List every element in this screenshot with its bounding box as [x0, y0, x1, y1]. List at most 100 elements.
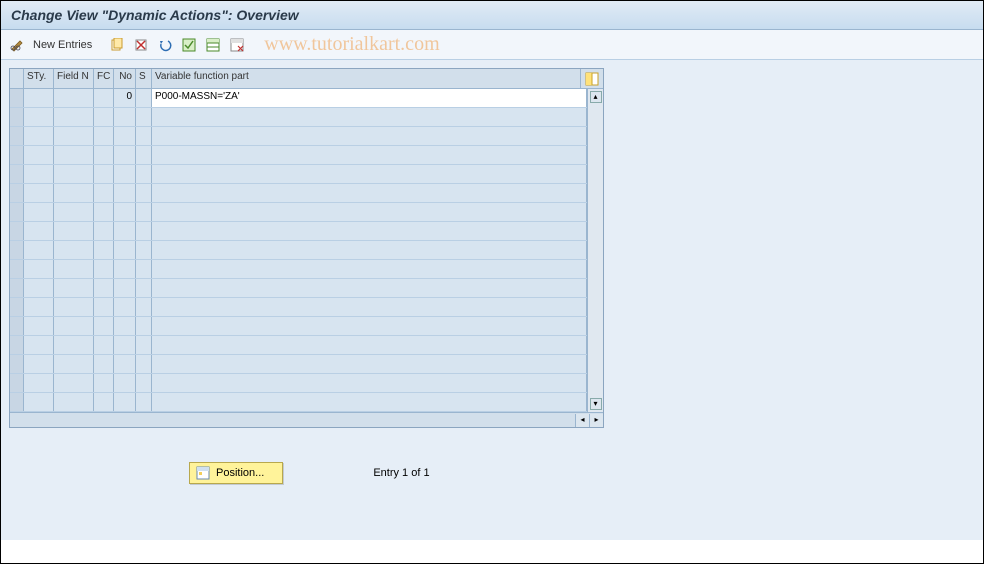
cell-field-n[interactable]: [54, 355, 94, 373]
cell-no[interactable]: [114, 184, 136, 202]
table-row[interactable]: 0P000-MASSN='ZA': [10, 89, 587, 108]
table-row[interactable]: [10, 127, 587, 146]
cell-sty[interactable]: [24, 89, 54, 107]
row-selector[interactable]: [10, 203, 24, 221]
cell-no[interactable]: [114, 241, 136, 259]
scroll-right-icon[interactable]: ▸: [589, 414, 603, 427]
table-row[interactable]: [10, 317, 587, 336]
cell-field-n[interactable]: [54, 317, 94, 335]
cell-var-func[interactable]: [152, 317, 587, 335]
row-selector[interactable]: [10, 355, 24, 373]
pencil-glasses-icon[interactable]: [9, 36, 27, 54]
cell-field-n[interactable]: [54, 108, 94, 126]
row-selector[interactable]: [10, 241, 24, 259]
row-selector[interactable]: [10, 108, 24, 126]
cell-sty[interactable]: [24, 317, 54, 335]
new-entries-button[interactable]: New Entries: [33, 39, 92, 51]
cell-no[interactable]: [114, 260, 136, 278]
cell-var-func[interactable]: [152, 222, 587, 240]
cell-fc[interactable]: [94, 165, 114, 183]
scroll-left-icon[interactable]: ◂: [575, 414, 589, 427]
cell-no[interactable]: [114, 355, 136, 373]
cell-no[interactable]: [114, 146, 136, 164]
cell-s[interactable]: [136, 241, 152, 259]
cell-no[interactable]: [114, 279, 136, 297]
cell-var-func[interactable]: [152, 336, 587, 354]
cell-field-n[interactable]: [54, 222, 94, 240]
cell-fc[interactable]: [94, 241, 114, 259]
cell-var-func[interactable]: [152, 355, 587, 373]
cell-s[interactable]: [136, 279, 152, 297]
col-header-var-func[interactable]: Variable function part: [152, 69, 581, 88]
cell-var-func[interactable]: [152, 184, 587, 202]
select-all-icon[interactable]: [180, 36, 198, 54]
cell-fc[interactable]: [94, 298, 114, 316]
cell-no[interactable]: [114, 317, 136, 335]
cell-fc[interactable]: [94, 146, 114, 164]
table-row[interactable]: [10, 146, 587, 165]
cell-fc[interactable]: [94, 355, 114, 373]
row-selector[interactable]: [10, 298, 24, 316]
cell-field-n[interactable]: [54, 393, 94, 411]
cell-var-func[interactable]: [152, 260, 587, 278]
row-selector[interactable]: [10, 222, 24, 240]
cell-fc[interactable]: [94, 336, 114, 354]
table-row[interactable]: [10, 241, 587, 260]
cell-s[interactable]: [136, 108, 152, 126]
cell-var-func[interactable]: [152, 241, 587, 259]
table-row[interactable]: [10, 108, 587, 127]
col-header-sty[interactable]: STy.: [24, 69, 54, 88]
cell-var-func[interactable]: [152, 279, 587, 297]
cell-s[interactable]: [136, 336, 152, 354]
col-header-no[interactable]: No: [114, 69, 136, 88]
cell-s[interactable]: [136, 393, 152, 411]
cell-no[interactable]: [114, 203, 136, 221]
position-button[interactable]: Position...: [189, 462, 283, 484]
cell-sty[interactable]: [24, 260, 54, 278]
table-row[interactable]: [10, 298, 587, 317]
cell-field-n[interactable]: [54, 127, 94, 145]
row-selector[interactable]: [10, 165, 24, 183]
cell-no[interactable]: [114, 374, 136, 392]
col-header-fc[interactable]: FC: [94, 69, 114, 88]
cell-field-n[interactable]: [54, 298, 94, 316]
cell-field-n[interactable]: [54, 165, 94, 183]
cell-sty[interactable]: [24, 108, 54, 126]
copy-icon[interactable]: [108, 36, 126, 54]
cell-fc[interactable]: [94, 374, 114, 392]
table-row[interactable]: [10, 203, 587, 222]
table-row[interactable]: [10, 165, 587, 184]
cell-sty[interactable]: [24, 184, 54, 202]
cell-sty[interactable]: [24, 393, 54, 411]
cell-s[interactable]: [136, 89, 152, 107]
cell-fc[interactable]: [94, 260, 114, 278]
table-row[interactable]: [10, 355, 587, 374]
cell-s[interactable]: [136, 146, 152, 164]
cell-sty[interactable]: [24, 222, 54, 240]
row-selector[interactable]: [10, 317, 24, 335]
table-select-icon[interactable]: [204, 36, 222, 54]
cell-s[interactable]: [136, 203, 152, 221]
cell-no[interactable]: [114, 393, 136, 411]
cell-s[interactable]: [136, 165, 152, 183]
cell-no[interactable]: 0: [114, 89, 136, 107]
cell-no[interactable]: [114, 165, 136, 183]
cell-field-n[interactable]: [54, 374, 94, 392]
table-row[interactable]: [10, 374, 587, 393]
row-selector[interactable]: [10, 336, 24, 354]
cell-fc[interactable]: [94, 203, 114, 221]
table-row[interactable]: [10, 279, 587, 298]
row-selector[interactable]: [10, 374, 24, 392]
undo-icon[interactable]: [156, 36, 174, 54]
cell-var-func[interactable]: [152, 146, 587, 164]
cell-field-n[interactable]: [54, 279, 94, 297]
cell-fc[interactable]: [94, 279, 114, 297]
cell-field-n[interactable]: [54, 184, 94, 202]
row-selector[interactable]: [10, 127, 24, 145]
table-row[interactable]: [10, 393, 587, 412]
scroll-down-icon[interactable]: ▾: [590, 398, 602, 410]
vertical-scrollbar[interactable]: ▴ ▾: [587, 89, 603, 412]
cell-sty[interactable]: [24, 241, 54, 259]
cell-no[interactable]: [114, 127, 136, 145]
cell-field-n[interactable]: [54, 336, 94, 354]
